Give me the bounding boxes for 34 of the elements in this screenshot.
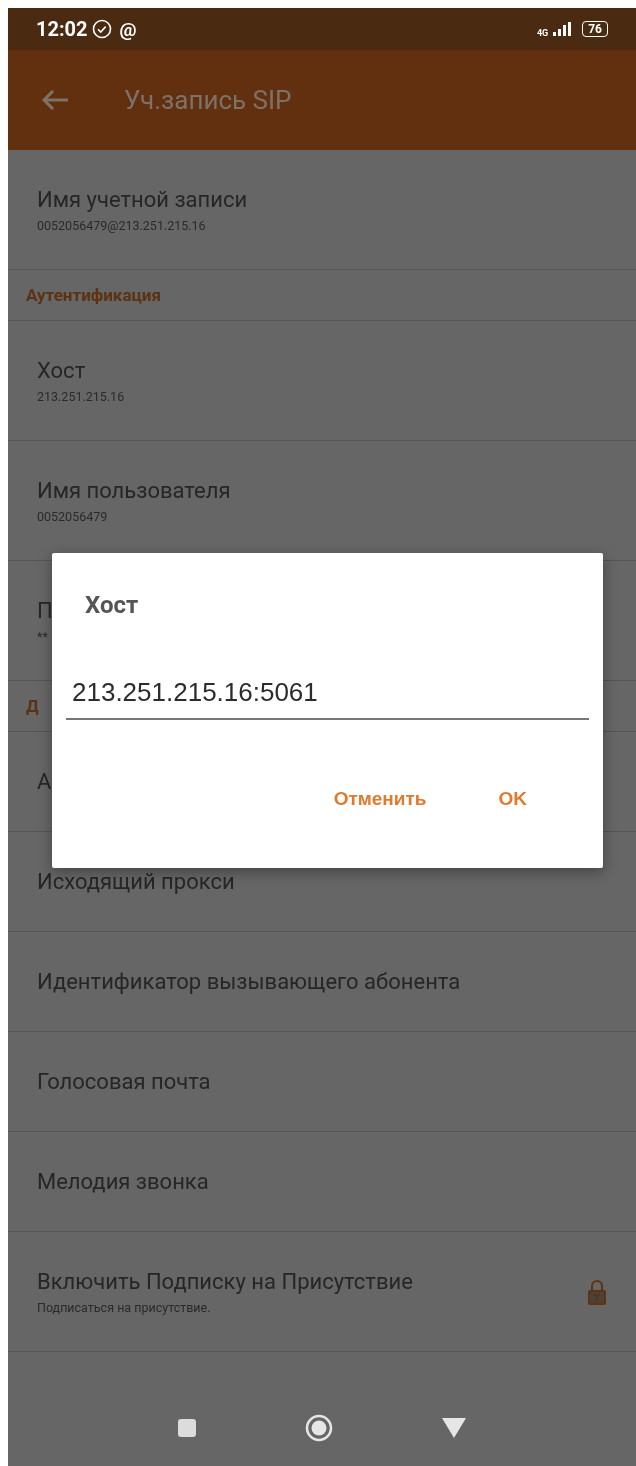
preference-title: Исходящий прокси (37, 869, 235, 894)
triangle-icon (441, 1417, 467, 1439)
preference-title: Имя учетной записи (37, 186, 248, 212)
preference-title: П (37, 597, 53, 623)
preference-title: Идентификатор вызывающего абонента (37, 969, 461, 994)
ok-button[interactable]: OK (492, 780, 533, 818)
circle-icon (305, 1414, 333, 1442)
category-title: Д (26, 696, 39, 716)
home-button[interactable] (305, 1414, 333, 1442)
dialog-title: Хост (85, 591, 140, 619)
preference-title: Голосовая почта (37, 1069, 211, 1094)
preference-title: Включить Подписку на Присутствие (37, 1268, 413, 1294)
preference-summary: 213.251.215.16 (37, 388, 125, 404)
preference-summary: ** (37, 628, 48, 644)
back-arrow-icon (40, 88, 70, 112)
back-button[interactable] (441, 1417, 467, 1439)
network-label: 4G (536, 28, 549, 38)
recents-button[interactable] (177, 1418, 197, 1438)
notification-icon: @ (119, 17, 137, 41)
preference-summary: 0052056479@213.251.215.16 (37, 217, 206, 233)
check-circle-icon (91, 19, 112, 39)
square-icon (177, 1418, 197, 1438)
battery-icon: 76 (582, 21, 608, 37)
preference-summary: 0052056479 (37, 508, 108, 524)
preference-title: Мелодия звонка (37, 1169, 209, 1194)
cancel-button[interactable]: Отменить (327, 780, 433, 818)
signal-icon (552, 21, 573, 37)
preference-title: Имя пользователя (37, 477, 231, 503)
category-title: Аутентификация (26, 285, 161, 305)
preference-title: А (37, 769, 52, 794)
preference-title: Хост (37, 357, 86, 383)
screen-title: Уч.запись SIP (124, 85, 292, 115)
clock: 12:02 (36, 17, 88, 41)
preference-summary: Подписаться на присутствие. (37, 1299, 211, 1315)
